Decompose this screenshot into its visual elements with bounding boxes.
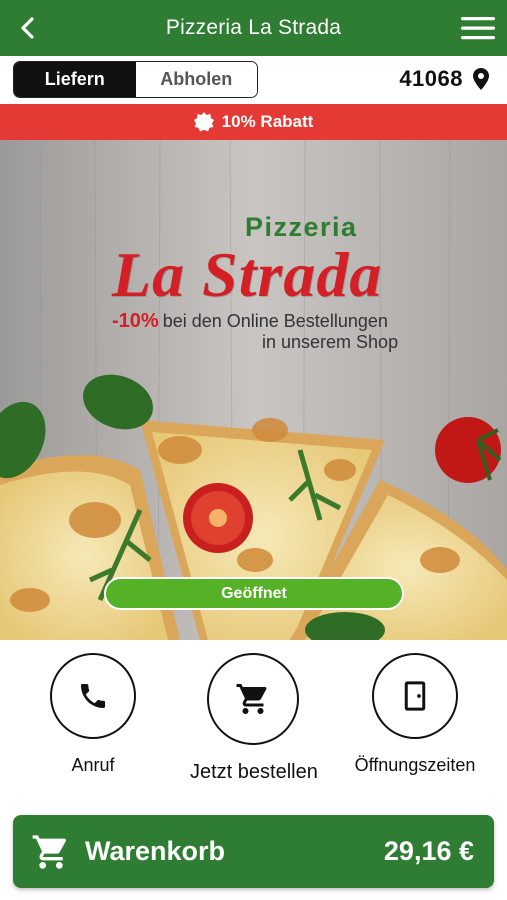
badge-icon bbox=[193, 112, 214, 132]
call-button[interactable] bbox=[50, 653, 136, 739]
order-mode-toggle: Liefern Abholen bbox=[13, 61, 258, 98]
call-label: Anruf bbox=[71, 755, 115, 775]
mode-option-pickup[interactable]: Abholen bbox=[135, 62, 257, 97]
door-icon bbox=[404, 681, 426, 711]
shopping-cart-icon bbox=[236, 684, 267, 714]
brand-title: La Strada bbox=[112, 239, 383, 310]
page-title: Pizzeria La Strada bbox=[165, 16, 342, 39]
postal-code-selector[interactable]: 41068 bbox=[399, 66, 489, 92]
order-button[interactable] bbox=[207, 653, 299, 745]
hours-button[interactable] bbox=[372, 653, 458, 739]
order-action[interactable]: Jetzt bestellen bbox=[190, 653, 318, 784]
order-label: Jetzt bestellen bbox=[190, 761, 318, 783]
location-pin-icon bbox=[473, 68, 489, 90]
phone-icon bbox=[81, 684, 105, 708]
promo-line2: in unserem Shop bbox=[262, 332, 399, 352]
app-bar: Pizzeria La Strada bbox=[0, 0, 507, 56]
call-action[interactable]: Anruf bbox=[48, 653, 138, 776]
discount-banner: 10% Rabatt bbox=[0, 104, 507, 140]
hours-action[interactable]: Öffnungszeiten bbox=[352, 653, 478, 776]
mode-option-delivery[interactable]: Liefern bbox=[14, 62, 136, 97]
order-mode-row: Liefern Abholen 41068 bbox=[0, 56, 507, 104]
discount-label: 10% Rabatt bbox=[221, 112, 314, 131]
cart-button[interactable]: Warenkorb 29,16 € bbox=[13, 815, 494, 888]
promo-percent: -10% bbox=[112, 310, 159, 332]
chevron-left-icon[interactable] bbox=[14, 14, 42, 42]
hero-banner: Pizzeria La Strada -10% bei den Online Be… bbox=[0, 140, 507, 640]
promo-line1: bei den Online Bestellungen bbox=[162, 311, 388, 331]
postal-code: 41068 bbox=[399, 66, 463, 91]
hamburger-menu-icon[interactable] bbox=[461, 15, 495, 41]
promo-text-line1: -10% bei den Online Bestellungen bbox=[112, 310, 388, 333]
cart-total: 29,16 € bbox=[383, 836, 474, 866]
shopping-cart-icon bbox=[32, 834, 66, 869]
status-badge: Geöffnet bbox=[104, 577, 404, 610]
quick-actions: Anruf Jetzt bestellen Öffnungszeiten bbox=[0, 640, 507, 805]
cart-label: Warenkorb bbox=[85, 836, 226, 866]
hours-label: Öffnungszeiten bbox=[354, 755, 476, 775]
